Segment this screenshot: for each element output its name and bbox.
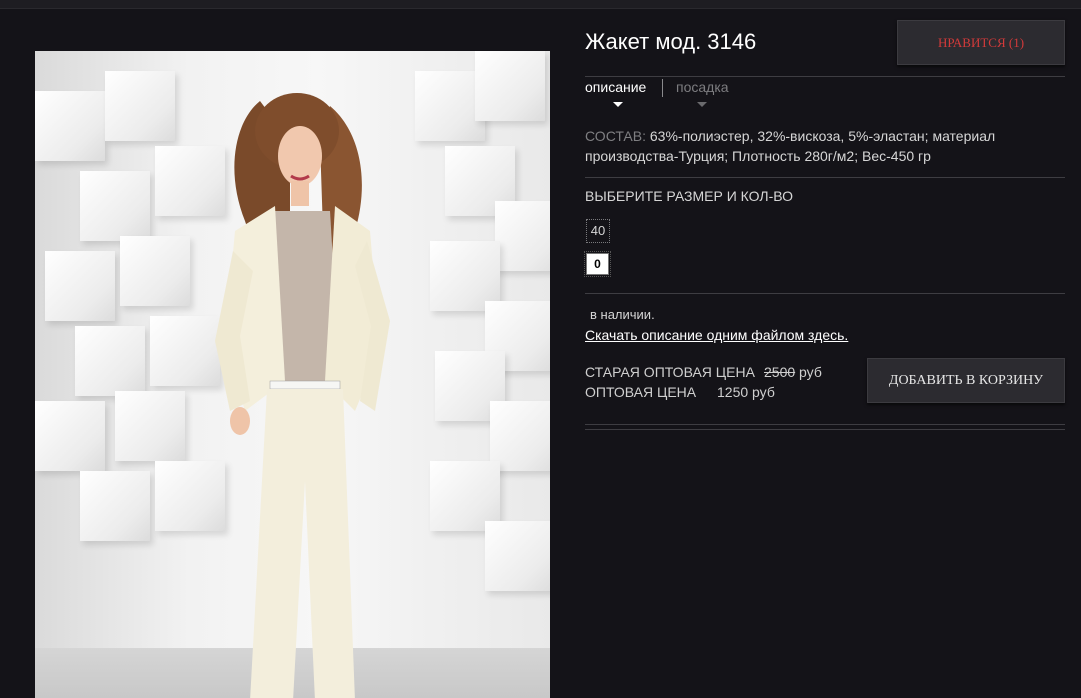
model-figure (215, 93, 390, 698)
caret-down-icon (613, 102, 623, 107)
price-value: 1250 руб (717, 384, 775, 400)
wall-tile (105, 71, 175, 141)
top-strip (0, 0, 1081, 9)
divider (585, 424, 1065, 425)
size-option-40[interactable]: 40 (586, 219, 610, 243)
divider (585, 293, 1065, 294)
tab-separator (662, 79, 663, 97)
composition-label: СОСТАВ: (585, 128, 646, 144)
old-price-currency: руб (799, 364, 822, 380)
divider (585, 177, 1065, 178)
availability-status: в наличии. (590, 307, 655, 322)
old-price-value: 2500 руб (764, 362, 822, 382)
size-heading: ВЫБЕРИТЕ РАЗМЕР И КОЛ-ВО (585, 188, 793, 204)
wall-tile (75, 326, 145, 396)
wall-tile (45, 251, 115, 321)
wall-tile (35, 401, 105, 471)
wall-tile (35, 91, 105, 161)
wall-tile (80, 171, 150, 241)
like-button[interactable]: НРАВИТСЯ (1) (897, 20, 1065, 65)
wall-tile (475, 51, 545, 121)
quantity-input[interactable] (584, 251, 611, 277)
add-to-cart-button[interactable]: ДОБАВИТЬ В КОРЗИНУ (867, 358, 1065, 403)
composition-text: СОСТАВ: 63%-полиэстер, 32%-вискоза, 5%-э… (585, 126, 1055, 166)
caret-down-icon (697, 102, 707, 107)
wall-tile (115, 391, 185, 461)
download-description-link[interactable]: Скачать описание одним файлом здесь. (585, 327, 848, 343)
wall-tile (485, 521, 550, 591)
wall-tile (495, 201, 550, 271)
tab-description[interactable]: описание (585, 79, 646, 95)
product-photo[interactable] (35, 51, 550, 698)
wall-tile (120, 236, 190, 306)
divider (585, 429, 1065, 430)
product-title: Жакет мод. 3146 (585, 29, 757, 54)
old-price-number: 2500 (764, 364, 796, 380)
tab-fit[interactable]: посадка (676, 79, 729, 95)
old-price-label: СТАРАЯ ОПТОВАЯ ЦЕНА (585, 364, 755, 380)
divider (585, 76, 1065, 77)
price-label: ОПТОВАЯ ЦЕНА (585, 384, 697, 400)
composition-value: 63%-полиэстер, 32%-вискоза, 5%-эластан; … (585, 128, 996, 164)
wall-tile (80, 471, 150, 541)
